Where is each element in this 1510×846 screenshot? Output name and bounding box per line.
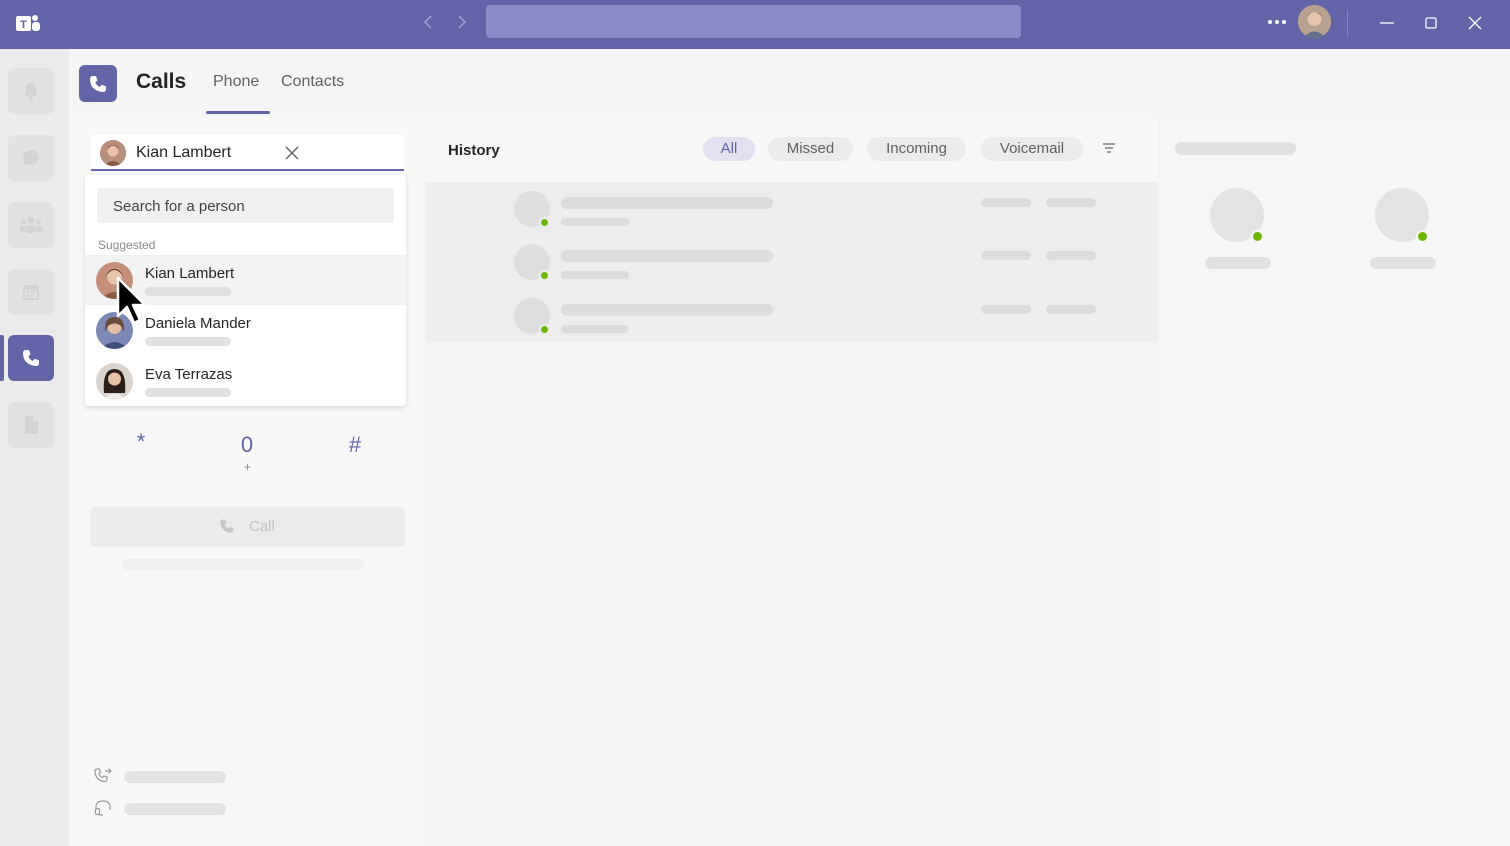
history-row-placeholder [426, 244, 1158, 294]
tab-contacts[interactable]: Contacts [281, 73, 344, 91]
filter-all[interactable]: All [703, 137, 755, 161]
person-name: Daniela Mander [145, 315, 251, 332]
user-photo-icon [1298, 5, 1331, 38]
calls-icon [23, 350, 39, 366]
page-title: Calls [136, 70, 187, 93]
status-dot [539, 217, 550, 228]
avatar [100, 140, 126, 166]
filter-icon[interactable] [1101, 140, 1117, 156]
history-panel: History All Missed Incoming Voicemail [424, 116, 1160, 846]
contact-name-placeholder [1370, 257, 1436, 269]
activity-icon [24, 83, 38, 100]
speed-dial-title-placeholder [1175, 142, 1296, 155]
filter-missed[interactable]: Missed [768, 137, 853, 161]
person-photo-icon [100, 140, 126, 166]
maximize-icon[interactable] [1420, 12, 1442, 34]
person-name: Kian Lambert [145, 265, 235, 282]
call-button-label: Call [249, 518, 275, 535]
dialpad-key-0[interactable]: 0 [237, 432, 257, 458]
history-list [426, 182, 1158, 342]
recipient-name: Kian Lambert [136, 144, 232, 161]
back-icon[interactable] [419, 12, 439, 32]
person-photo-icon [96, 363, 133, 400]
recipient-field[interactable]: Kian Lambert [91, 135, 404, 171]
dialpad-key-0-sub: + [244, 460, 252, 474]
mouse-cursor-icon [116, 276, 147, 325]
avatar[interactable] [1298, 5, 1331, 38]
person-subtitle-placeholder [145, 337, 231, 346]
chat-icon [23, 150, 39, 166]
rail-item-files[interactable] [8, 402, 54, 448]
filter-incoming[interactable]: Incoming [867, 137, 966, 161]
forward-icon[interactable] [451, 12, 471, 32]
person-name: Eva Terrazas [145, 366, 233, 383]
teams-icon [20, 216, 42, 233]
files-icon [25, 416, 38, 434]
status-dot [539, 270, 550, 281]
history-row-placeholder [426, 191, 1158, 241]
rail-item-chat[interactable] [8, 135, 54, 181]
call-button[interactable]: Call [91, 507, 404, 545]
status-dot [539, 324, 550, 335]
more-icon[interactable] [1264, 12, 1290, 32]
filter-voicemail[interactable]: Voicemail [981, 137, 1083, 161]
avatar [96, 363, 133, 400]
history-title: History [448, 142, 500, 159]
rail-item-teams[interactable] [8, 202, 54, 248]
suggested-label: Suggested [98, 238, 156, 252]
calendar-icon [23, 285, 39, 300]
speed-dial-panel [1160, 116, 1510, 846]
divider [1347, 10, 1348, 36]
status-dot [1416, 230, 1429, 243]
rail-item-calls[interactable] [8, 335, 54, 381]
call-forward-icon [94, 768, 112, 783]
call-subtext-placeholder [122, 559, 364, 570]
teams-logo-icon: T [16, 15, 40, 31]
person-subtitle-placeholder [145, 388, 231, 397]
contact-name-placeholder [1205, 257, 1271, 269]
speed-dial-contact[interactable] [1205, 188, 1271, 273]
person-subtitle-placeholder [145, 287, 231, 296]
tab-active-indicator [206, 111, 270, 114]
phone-icon [220, 519, 234, 533]
dialpad-key-star[interactable]: * [131, 429, 151, 455]
dialer-panel: Kian Lambert Search for a person Suggest… [69, 116, 424, 846]
close-icon[interactable] [282, 143, 302, 163]
headset-icon [94, 800, 111, 816]
rail-item-calendar[interactable] [8, 269, 54, 315]
dialpad-key-hash[interactable]: # [345, 432, 365, 458]
search-placeholder: Search for a person [113, 198, 245, 215]
call-forwarding-placeholder [124, 771, 226, 783]
history-header: History All Missed Incoming Voicemail [424, 116, 1158, 182]
phone-icon [90, 75, 106, 92]
minimize-icon[interactable] [1376, 12, 1398, 34]
list-item[interactable]: Eva Terrazas [85, 356, 406, 406]
search-input[interactable] [486, 5, 1021, 38]
status-dot [1251, 230, 1264, 243]
history-row-placeholder [426, 298, 1158, 348]
calls-app-icon [79, 65, 117, 102]
title-bar: T [0, 0, 1510, 49]
app-header: Calls Phone Contacts [69, 49, 1510, 116]
close-icon[interactable] [1464, 12, 1486, 34]
rail-active-indicator [0, 335, 4, 381]
tab-phone[interactable]: Phone [213, 73, 259, 91]
search-input[interactable]: Search for a person [97, 188, 394, 223]
speed-dial-contact[interactable] [1370, 188, 1436, 273]
device-settings-placeholder [124, 803, 226, 815]
svg-text:T: T [20, 19, 27, 31]
app-rail [0, 49, 69, 846]
rail-item-activity[interactable] [8, 68, 54, 114]
